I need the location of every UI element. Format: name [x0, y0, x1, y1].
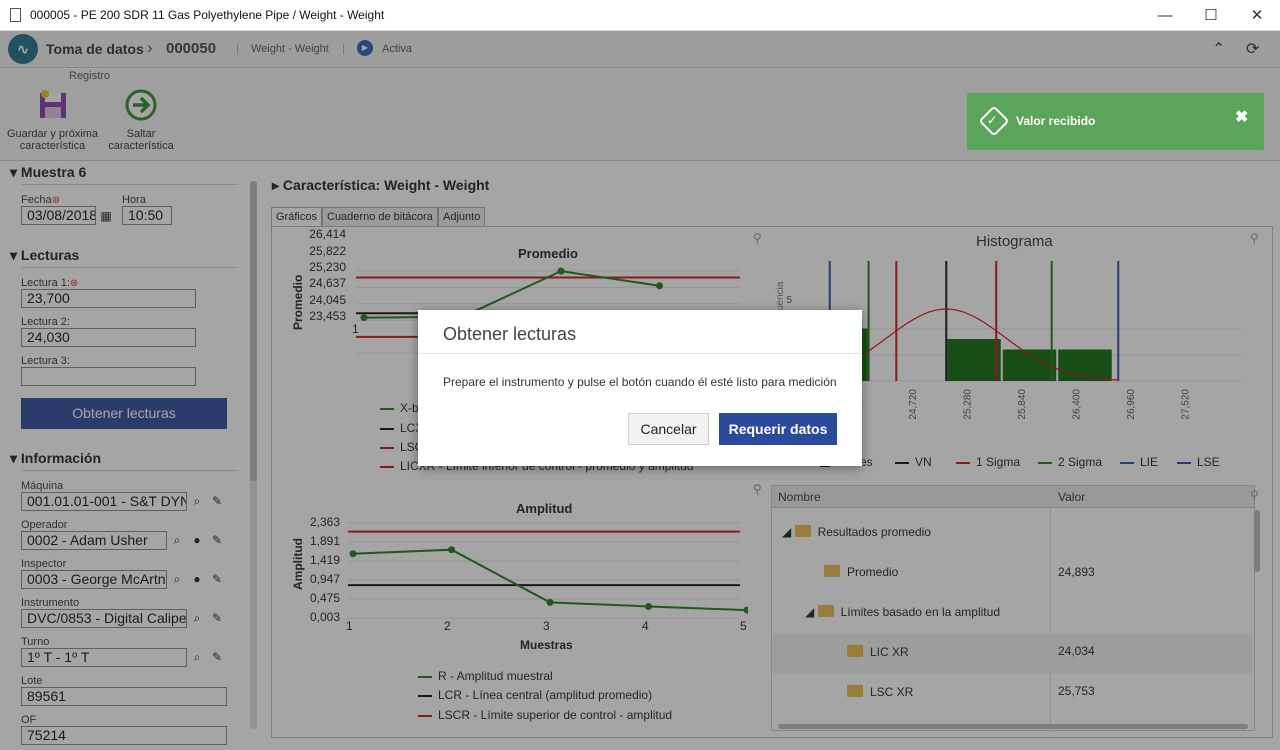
dialog-header: Obtener lecturas — [418, 310, 862, 354]
window-titlebar: 000005 - PE 200 SDR 11 Gas Polyethylene … — [0, 0, 1280, 31]
toast-notification: ✓ Valor recibido ✖ — [967, 93, 1264, 150]
maximize-button[interactable]: ☐ — [1188, 0, 1234, 31]
dialog-message: Prepare el instrumento y pulse el botón … — [443, 375, 837, 389]
cancel-button[interactable]: Cancelar — [628, 413, 709, 445]
check-icon: ✓ — [978, 105, 1010, 137]
close-button[interactable]: ✕ — [1234, 0, 1280, 31]
toast-close-icon[interactable]: ✖ — [1235, 107, 1248, 127]
document-icon — [10, 8, 21, 22]
window-title: 000005 - PE 200 SDR 11 Gas Polyethylene … — [30, 8, 385, 22]
request-data-button[interactable]: Requerir datos — [719, 413, 837, 445]
dialog-title: Obtener lecturas — [443, 324, 577, 344]
minimize-button[interactable]: — — [1142, 0, 1188, 31]
toast-message: Valor recibido — [1016, 114, 1096, 128]
app-root: 000005 - PE 200 SDR 11 Gas Polyethylene … — [0, 0, 1280, 750]
get-readings-dialog: Obtener lecturas Prepare el instrumento … — [418, 310, 862, 466]
